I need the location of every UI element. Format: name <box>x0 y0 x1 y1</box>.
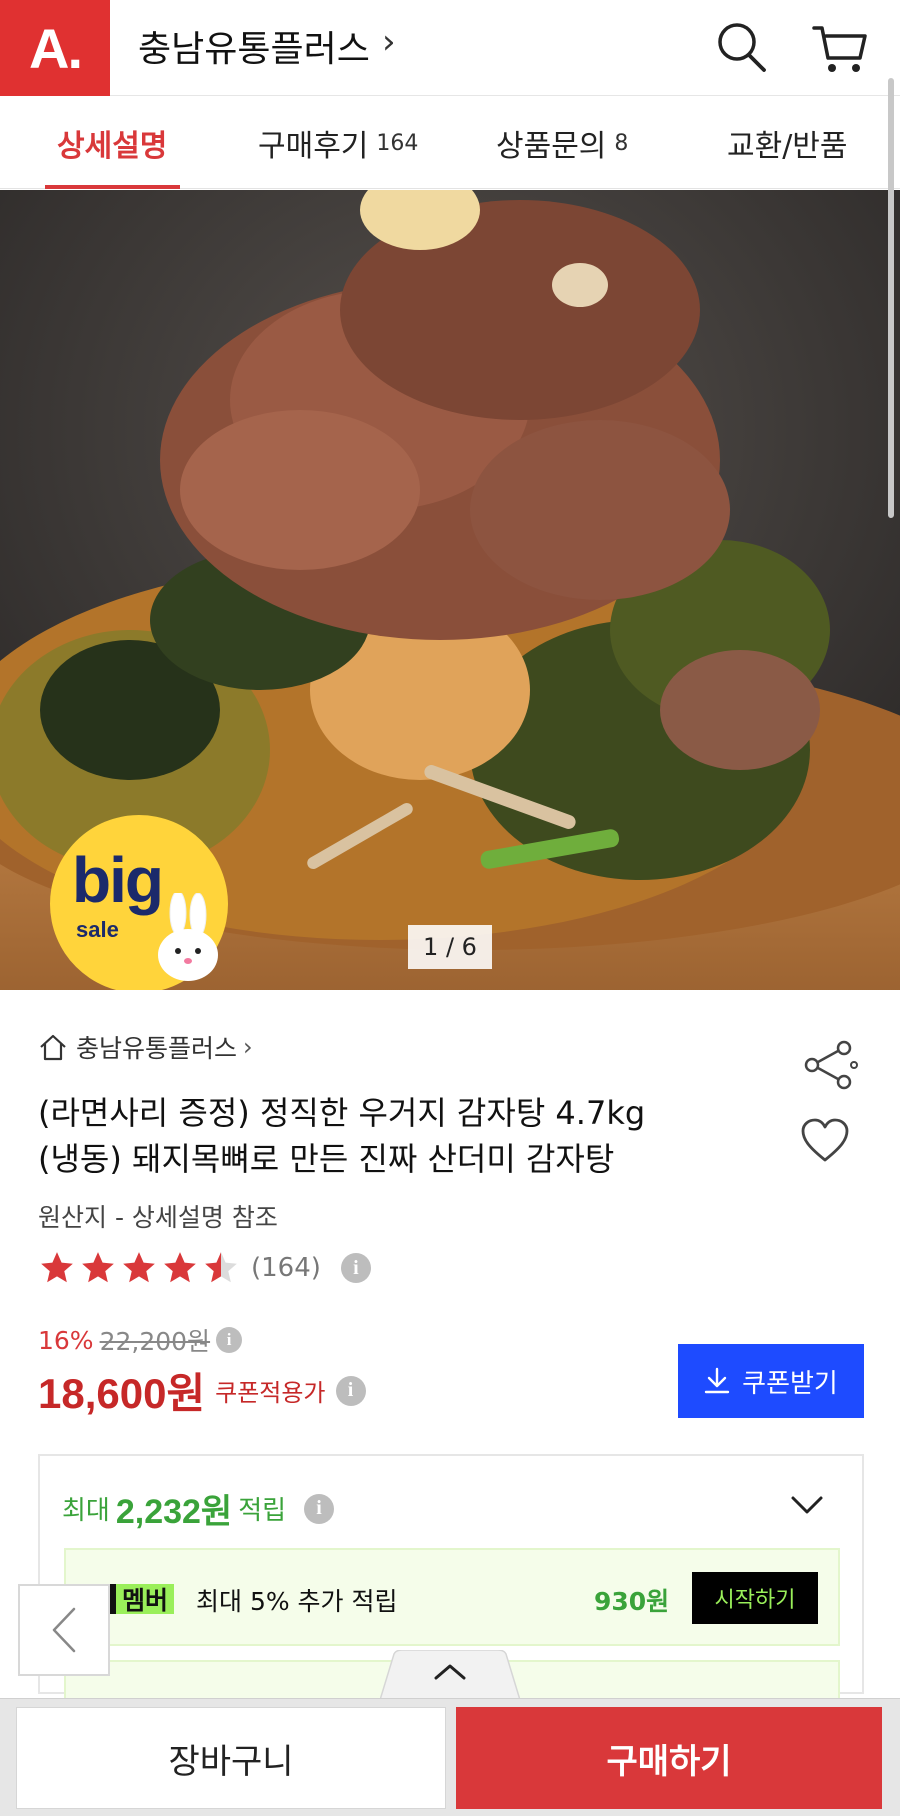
star-icon <box>123 1252 155 1283</box>
tab-label: 교환/반품 <box>727 129 848 164</box>
chevron-right-icon: › <box>243 1033 253 1061</box>
member-reward-text: 최대 5% 추가 적립 <box>196 1587 398 1616</box>
store-name-link[interactable]: 충남유통플러스 <box>138 20 370 72</box>
download-coupon-button[interactable]: 쿠폰받기 <box>678 1344 864 1418</box>
discount-row: 16% 22,200원 i <box>38 1322 243 1358</box>
tab-label: 구매후기 <box>258 129 369 164</box>
member-reward-row: 멤버 최대 5% 추가 적립 930원 시작하기 <box>64 1548 840 1646</box>
app-header: A. 충남유통플러스 › <box>0 0 900 96</box>
star-icon <box>82 1252 114 1283</box>
product-image-carousel[interactable]: big sale 1 / 6 <box>0 190 900 990</box>
buy-now-button[interactable]: 구매하기 <box>456 1707 882 1809</box>
star-icon <box>41 1252 73 1283</box>
add-to-cart-button[interactable]: 장바구니 <box>16 1707 446 1809</box>
reward-header[interactable]: 최대 2,232원 적립 i <box>62 1484 335 1533</box>
rating-row[interactable]: (164) i <box>38 1248 371 1288</box>
product-tabs: 상세설명 구매후기 164 상품문의 8 교환/반품 <box>0 97 900 189</box>
tab-returns[interactable]: 교환/반품 <box>727 97 848 189</box>
reward-suffix: 적립 <box>238 1496 287 1526</box>
back-button[interactable] <box>18 1584 110 1676</box>
product-origin: 원산지 - 상세설명 참조 <box>38 1203 278 1232</box>
tab-count: 8 <box>614 130 629 156</box>
big-sale-badge: big sale <box>50 815 228 990</box>
expand-handle[interactable] <box>380 1650 520 1700</box>
review-count: (164) <box>251 1253 321 1283</box>
info-icon[interactable]: i <box>340 1253 371 1283</box>
share-icon[interactable] <box>800 1040 860 1090</box>
star-half-icon <box>205 1252 237 1283</box>
member-reward-amount: 930원 <box>594 1587 670 1616</box>
tab-reviews[interactable]: 구매후기 164 <box>258 97 418 189</box>
breadcrumb-store-name: 충남유통플러스 <box>76 1034 238 1063</box>
product-title-line1: (라면사리 증정) 정직한 우거지 감자탕 4.7kg <box>38 1094 646 1132</box>
cart-icon[interactable] <box>810 18 870 78</box>
reward-prefix: 최대 <box>62 1496 110 1526</box>
sale-price: 18,600원 <box>38 1370 206 1417</box>
info-icon[interactable]: i <box>335 1375 366 1406</box>
bottom-action-bar: 장바구니 구매하기 <box>0 1698 900 1816</box>
badge-sale-text: sale <box>76 917 119 942</box>
product-title: (라면사리 증정) 정직한 우거지 감자탕 4.7kg (냉동) 돼지목뼈로 만… <box>38 1090 758 1182</box>
reward-amount: 2,232원 <box>115 1493 233 1531</box>
brand-logo[interactable]: A. <box>0 0 110 96</box>
product-title-line2: (냉동) 돼지목뼈로 만든 진짜 산더미 감자탕 <box>38 1140 615 1178</box>
original-price: 22,200원 <box>99 1327 211 1356</box>
coupon-button-label: 쿠폰받기 <box>742 1368 838 1399</box>
tab-detail[interactable]: 상세설명 <box>57 97 167 189</box>
member-badge-label: 멤버 <box>122 1586 169 1615</box>
bunny-icon <box>158 893 218 981</box>
coupon-price-label: 쿠폰적용가 <box>215 1379 326 1407</box>
download-icon <box>704 1367 730 1394</box>
price-row: 18,600원 쿠폰적용가 i <box>38 1360 366 1421</box>
store-breadcrumb[interactable]: 충남유통플러스 › <box>38 1030 253 1064</box>
tab-inquiries[interactable]: 상품문의 8 <box>496 97 628 189</box>
info-icon[interactable]: i <box>216 1327 243 1353</box>
tab-count: 164 <box>376 130 419 156</box>
chevron-down-icon[interactable] <box>790 1494 824 1516</box>
info-icon[interactable]: i <box>304 1493 335 1524</box>
tab-label: 상품문의 <box>496 129 607 164</box>
heart-icon[interactable] <box>800 1118 850 1164</box>
tab-label: 상세설명 <box>57 129 168 164</box>
active-tab-indicator <box>45 185 180 189</box>
store-chevron-icon[interactable]: › <box>382 22 396 62</box>
star-icon <box>164 1252 196 1283</box>
image-pager: 1 / 6 <box>408 925 492 969</box>
search-icon[interactable] <box>712 18 772 78</box>
discount-percent: 16% <box>38 1325 94 1355</box>
home-icon <box>40 1034 66 1061</box>
start-membership-button[interactable]: 시작하기 <box>692 1572 818 1624</box>
scrollbar[interactable] <box>888 78 894 518</box>
chevron-left-icon <box>52 1607 76 1653</box>
